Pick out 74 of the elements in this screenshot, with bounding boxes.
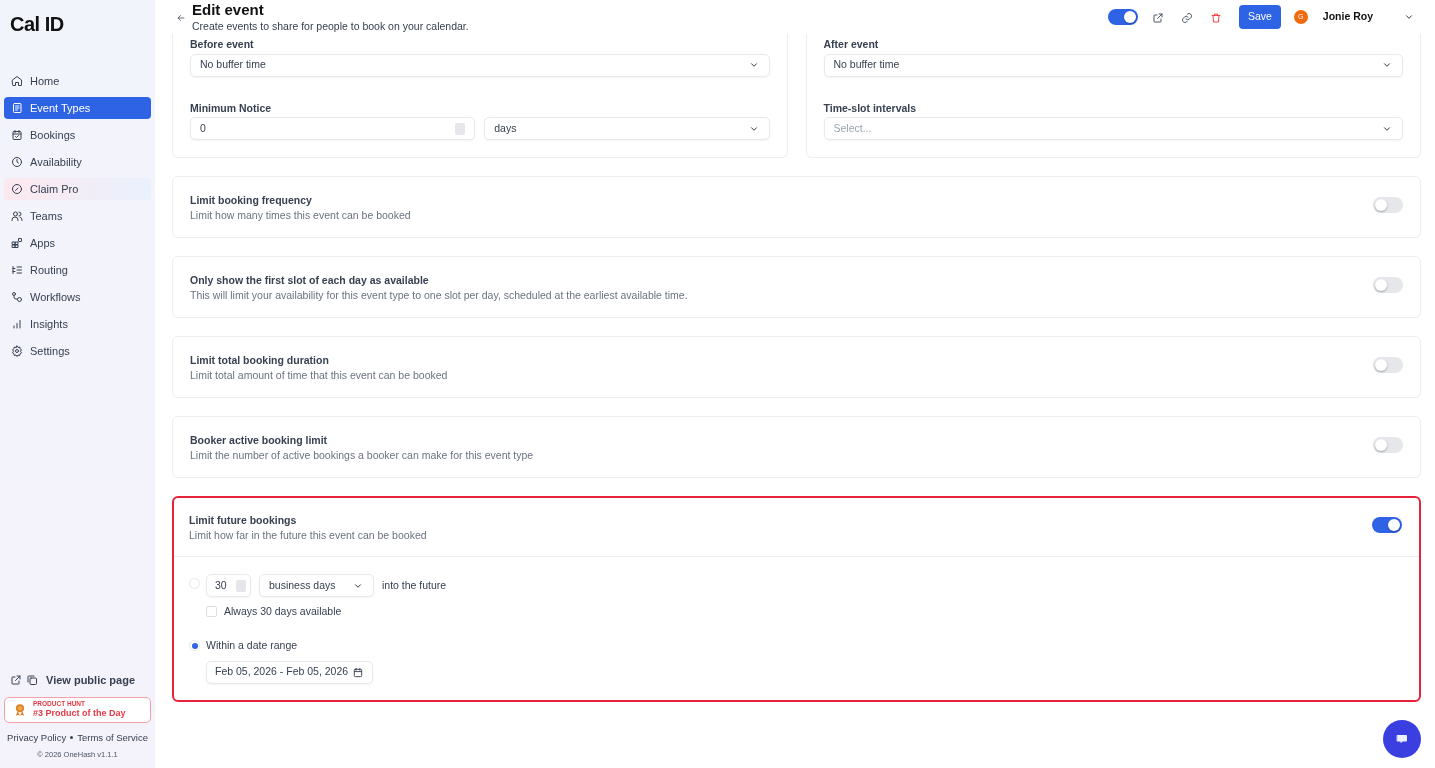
- link-icon: [1180, 11, 1193, 24]
- back-arrow-icon: [176, 12, 186, 23]
- external-link-icon: [1151, 11, 1164, 24]
- sidebar-item[interactable]: Workflows: [4, 286, 151, 308]
- public-page-link[interactable]: View public page: [4, 671, 151, 689]
- setting-title: Booker active booking limit: [190, 435, 329, 446]
- number-field[interactable]: 0: [190, 117, 476, 140]
- checkbox[interactable]: [206, 606, 217, 618]
- settings-icon: [11, 345, 23, 357]
- house-icon: [11, 75, 23, 87]
- select-field[interactable]: No buffer time: [190, 53, 770, 77]
- setting-description: Limit how far in the future this event can be booked: [189, 529, 427, 540]
- people-icon: [11, 210, 23, 222]
- select-field[interactable]: business days: [259, 574, 374, 597]
- nodes-icon: [11, 291, 23, 303]
- radio-button[interactable]: [189, 640, 200, 652]
- sidebar-item[interactable]: Settings: [4, 340, 151, 362]
- field-label: Before event: [190, 39, 255, 50]
- footer-link[interactable]: Terms of Service: [77, 730, 148, 745]
- calendar-icon: [11, 129, 23, 141]
- chat-button[interactable]: [1383, 720, 1421, 758]
- bar-chart-icon: [11, 318, 23, 330]
- setting-toggle[interactable]: [1373, 357, 1403, 373]
- user-name[interactable]: Jonie Roy: [1322, 9, 1373, 25]
- sidebar-item[interactable]: Apps: [4, 232, 151, 254]
- sidebar-item[interactable]: Home: [4, 70, 151, 92]
- visibility-toggle[interactable]: [1107, 8, 1138, 25]
- sidebar-item[interactable]: Bookings: [4, 124, 151, 146]
- sidebar-item[interactable]: Insights: [4, 313, 151, 335]
- clock-icon: [11, 156, 23, 168]
- copy-icon: [26, 673, 38, 686]
- setting-toggle[interactable]: [1373, 277, 1403, 293]
- setting-description: Limit how many times this event can be booked: [190, 209, 411, 220]
- setting-toggle[interactable]: [1373, 437, 1403, 453]
- setting-description: This will limit your availability for this event type to one slot per day, scheduled at the earliest available time.: [190, 289, 688, 300]
- trash-icon: [1209, 11, 1222, 24]
- sidebar-item[interactable]: Teams: [4, 205, 151, 227]
- chevron-down-icon: [1381, 60, 1393, 70]
- field-label: After event: [823, 39, 880, 50]
- footer-link[interactable]: Privacy Policy: [7, 730, 67, 745]
- setting-title: Limit booking frequency: [190, 195, 313, 206]
- setting-title: Limit total booking duration: [190, 355, 330, 366]
- number-field[interactable]: 30: [206, 574, 251, 597]
- setting-description: Limit the number of active bookings a booker can make for this event type: [190, 449, 534, 460]
- radio-label: Within a date range: [206, 637, 298, 653]
- setting-title: Limit future bookings: [189, 515, 298, 526]
- separator-dot: [70, 736, 74, 740]
- field-label: Minimum Notice: [190, 102, 273, 113]
- sidebar-item[interactable]: Availability: [4, 151, 151, 173]
- date-range-field[interactable]: Feb 05, 2026 - Feb 05, 2026: [206, 660, 374, 684]
- medal-icon: [13, 701, 27, 718]
- logo[interactable]: Cal ID: [4, 0, 151, 70]
- list-icon: [11, 264, 23, 276]
- radio-button[interactable]: [189, 578, 200, 589]
- page-title: Edit event: [192, 2, 265, 17]
- gauge-icon: [11, 183, 23, 195]
- suffix-text: into the future: [382, 577, 447, 593]
- checkbox-label: Always 30 days available: [224, 604, 342, 619]
- page-subtitle: Create events to share for people to book on your calendar.: [192, 21, 469, 32]
- select-field[interactable]: No buffer time: [823, 53, 1403, 77]
- document-icon: [11, 102, 23, 114]
- setting-title: Only show the first slot of each day as available: [190, 275, 430, 286]
- calendar-icon: [352, 666, 365, 678]
- sidebar-item[interactable]: Routing: [4, 259, 151, 281]
- setting-description: Limit total amount of time that this event can be booked: [190, 369, 448, 380]
- grid-icon: [11, 237, 23, 249]
- setting-toggle[interactable]: [1372, 517, 1402, 533]
- select-field[interactable]: days: [484, 117, 770, 140]
- sidebar-item[interactable]: Event Types: [4, 97, 151, 119]
- setting-toggle[interactable]: [1373, 197, 1403, 213]
- external-link-icon: [10, 673, 22, 686]
- sidebar-item[interactable]: Claim Pro: [4, 178, 151, 200]
- save-button[interactable]: Save: [1238, 5, 1281, 29]
- field-label: Time-slot intervals: [823, 102, 918, 113]
